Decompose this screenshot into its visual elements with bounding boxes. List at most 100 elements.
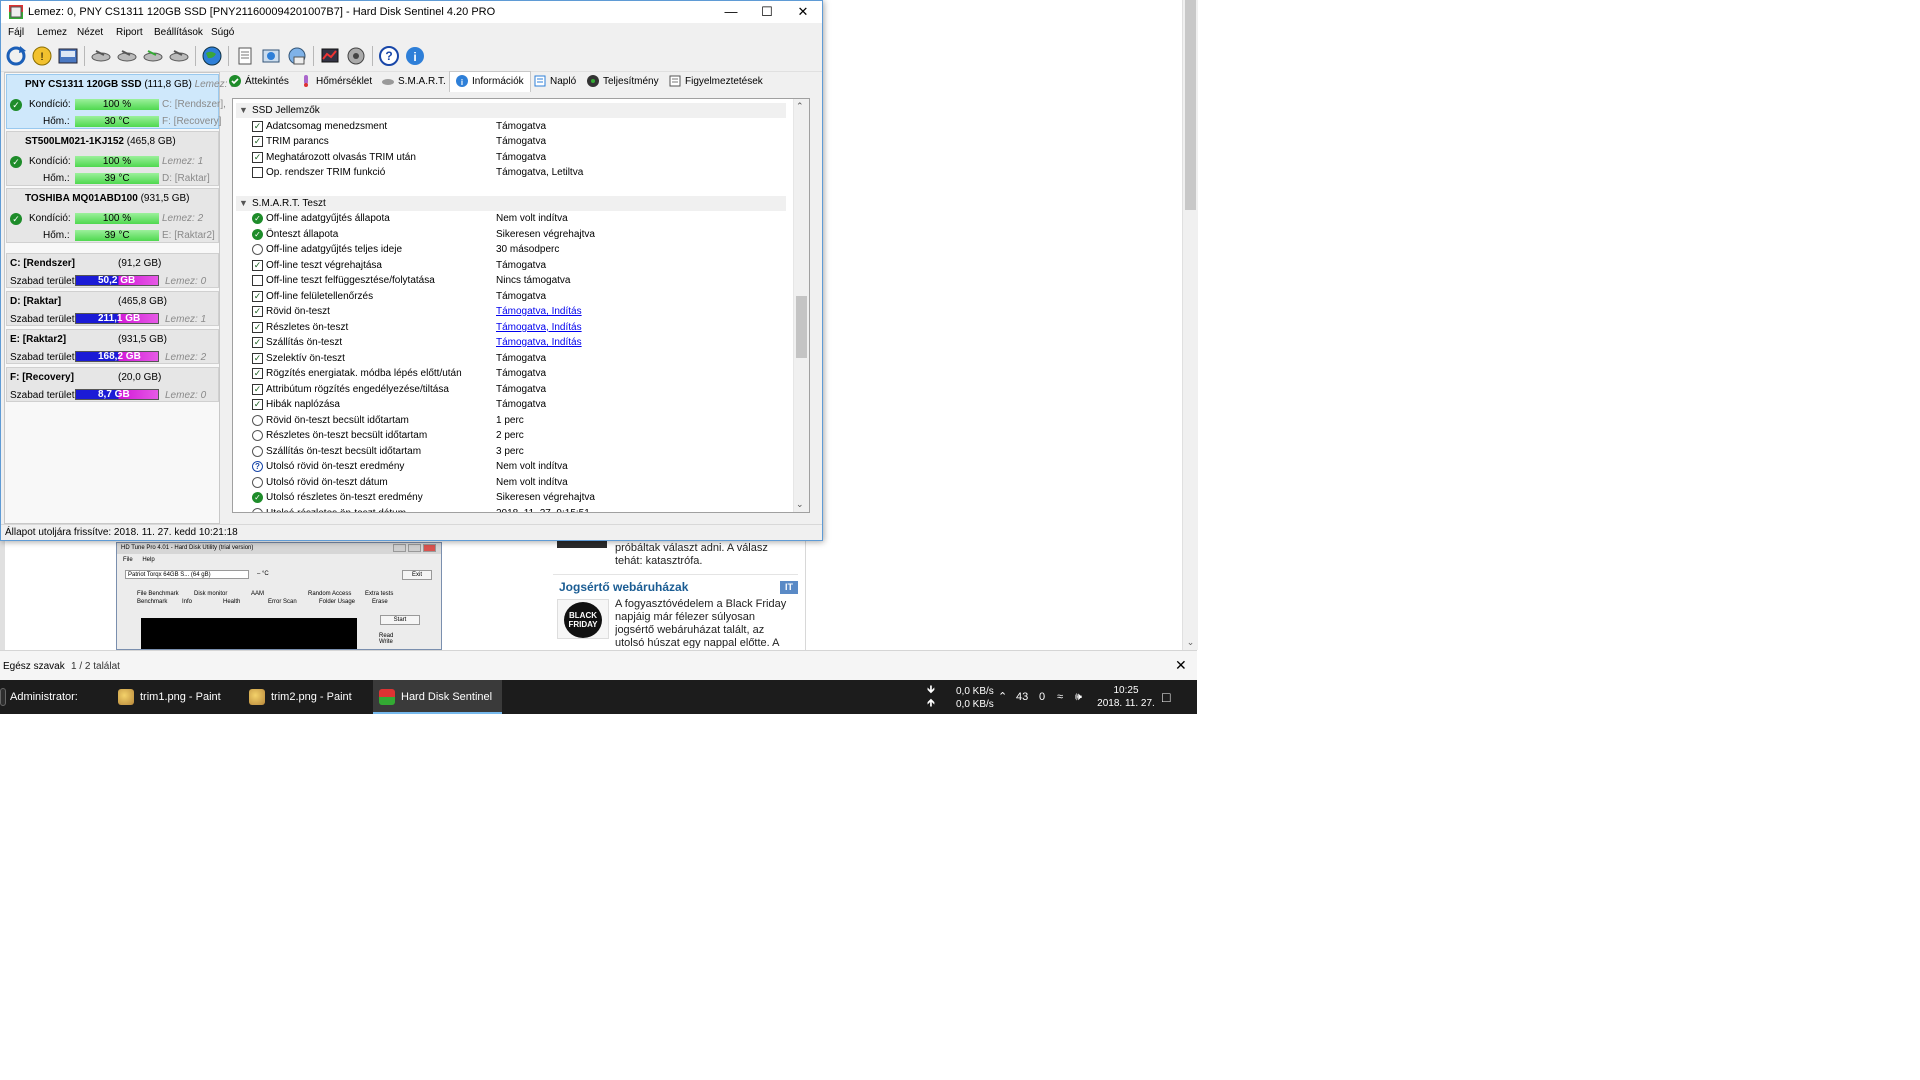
info-value: Nem volt indítva xyxy=(496,461,568,472)
browser-scroll-thumb[interactable] xyxy=(1185,0,1196,210)
collapse-caret-icon[interactable]: ▼ xyxy=(239,196,248,211)
info-row: Off-line teszt felfüggesztése/folytatása… xyxy=(250,273,790,288)
repair-icon[interactable] xyxy=(142,45,164,67)
tab-temperature[interactable]: Hőmérséklet xyxy=(300,72,372,91)
tray-num-2[interactable]: 0 xyxy=(1039,680,1045,714)
globe-icon[interactable] xyxy=(201,45,223,67)
menu-disk[interactable]: Lemez xyxy=(37,27,67,38)
performance-icon[interactable] xyxy=(319,45,341,67)
info-value: Támogatva xyxy=(496,368,547,379)
check-circle-icon: ✓ xyxy=(252,228,263,240)
tab-alerts[interactable]: Figyelmeztetések xyxy=(669,72,763,91)
start-test-link[interactable]: Támogatva, Indítás xyxy=(496,304,582,319)
menu-file[interactable]: Fájl xyxy=(8,27,24,38)
report-icon[interactable] xyxy=(234,45,256,67)
action-center-icon[interactable]: □ xyxy=(1162,680,1170,714)
volume-item-e[interactable]: E: [Raktar2] (931,5 GB) Szabad terület 1… xyxy=(6,329,219,364)
start-test-link[interactable]: Támogatva, Indítás xyxy=(496,335,582,350)
scroll-down-arrow-icon[interactable]: ⌄ xyxy=(796,499,804,510)
info-key: Rövid ön-teszt becsült időtartam xyxy=(266,414,409,426)
information-panel: ⌃ ⌄ ▼ SSD Jellemzők ✓ Adatcsomag menedzsmen… xyxy=(232,98,810,513)
category-badge[interactable]: IT xyxy=(780,581,798,594)
collapse-caret-icon[interactable]: ▼ xyxy=(239,103,248,118)
taskbar-item-trim2[interactable]: trim2.png - Paint xyxy=(245,680,373,714)
wifi-icon[interactable]: ≈ xyxy=(1057,680,1063,714)
volume-icon[interactable]: 🕪 xyxy=(1075,680,1082,714)
info-row: ✓ Rövid ön-teszt Támogatva, Indítás xyxy=(250,304,790,319)
scroll-up-arrow-icon[interactable]: ⌃ xyxy=(796,101,804,112)
menu-settings[interactable]: Beállítások xyxy=(154,27,203,38)
hdtune-temp: – °C xyxy=(257,571,269,577)
disk-info-icon[interactable] xyxy=(57,45,79,67)
news-title-jogserto[interactable]: Jogsértő webáruházak xyxy=(559,580,688,594)
disk-item-0[interactable]: PNY CS1311 120GB SSD (111,8 GB) Lemez: 0… xyxy=(6,74,236,129)
clock[interactable]: 10:25 2018. 11. 27. xyxy=(1096,684,1156,718)
info-row: ✓ Off-line teszt végrehajtása Támogatva xyxy=(250,258,790,273)
hdtune-titlebar: HD Tune Pro 4.01 - Hard Disk Utility (tr… xyxy=(117,543,441,554)
menu-help[interactable]: Súgó xyxy=(211,27,234,38)
info-value: Támogatva xyxy=(496,136,547,147)
volume-item-c[interactable]: C: [Rendszer] (91,2 GB) Szabad terület 5… xyxy=(6,253,219,288)
svg-text:?: ? xyxy=(385,49,392,63)
refresh-icon[interactable] xyxy=(5,45,27,67)
info-icon[interactable]: i xyxy=(404,45,426,67)
help-icon[interactable]: ? xyxy=(378,45,400,67)
tab-performance[interactable]: Teljesítmény xyxy=(587,72,659,91)
disk-item-2[interactable]: TOSHIBA MQ01ABD100 (931,5 GB) ✓ Kondíció… xyxy=(6,188,219,243)
info-key: Off-line teszt végrehajtása xyxy=(266,259,382,271)
taskbar-item-hds[interactable]: Hard Disk Sentinel xyxy=(373,680,502,714)
news-thumbnail[interactable] xyxy=(557,540,607,548)
free-space-bar: 168,2 GB xyxy=(75,351,159,362)
volume-item-f[interactable]: F: [Recovery] (20,0 GB) Szabad terület 8… xyxy=(6,367,219,402)
app-icon xyxy=(9,5,23,19)
erase-icon[interactable] xyxy=(168,45,190,67)
volume-size: (91,2 GB) xyxy=(118,258,162,269)
checkbox-checked-icon: ✓ xyxy=(252,321,263,333)
section-smart-test[interactable]: ▼ S.M.A.R.T. Teszt xyxy=(236,195,786,211)
info-row: ✓ Meghatározott olvasás TRIM után Támogatv… xyxy=(250,150,790,165)
surface-test-icon[interactable] xyxy=(116,45,138,67)
tray-num-1[interactable]: 43 xyxy=(1016,680,1028,714)
menu-report[interactable]: Riport xyxy=(116,27,143,38)
tab-smart[interactable]: S.M.A.R.T. xyxy=(382,72,446,91)
taskbar-item-administrator[interactable]: Administrator: Para... xyxy=(0,680,110,737)
hdtune-screenshot-thumbnail[interactable]: HD Tune Pro 4.01 - Hard Disk Utility (tr… xyxy=(116,542,442,650)
info-vertical-scrollbar[interactable]: ⌃ ⌄ xyxy=(793,99,809,512)
tab-log[interactable]: Napló xyxy=(534,72,576,91)
black-friday-logo: BLACK FRIDAY xyxy=(564,602,602,638)
tab-information[interactable]: i Információk xyxy=(449,71,531,92)
send-report-icon[interactable] xyxy=(260,45,282,67)
close-button[interactable]: ✕ xyxy=(785,1,821,23)
section-ssd-features[interactable]: ▼ SSD Jellemzők xyxy=(236,103,786,118)
info-value: Nem volt indítva xyxy=(496,476,568,488)
title-bar[interactable]: Lemez: 0, PNY CS1311 120GB SSD [PNY21160… xyxy=(1,1,822,23)
browser-vertical-scrollbar[interactable]: ⌄ xyxy=(1182,0,1198,650)
black-friday-image[interactable]: BLACK FRIDAY xyxy=(557,599,609,639)
info-row: ✓ Hibák naplózása Támogatva xyxy=(250,397,790,412)
start-test-link[interactable]: Támogatva, Indítás xyxy=(496,320,582,335)
warning-icon[interactable]: ! xyxy=(31,45,53,67)
maximize-button[interactable]: ☐ xyxy=(749,1,785,23)
whole-words-option[interactable]: Egész szavak xyxy=(3,661,65,672)
menu-view[interactable]: Nézet xyxy=(77,27,103,38)
tab-overview[interactable]: Áttekintés xyxy=(229,72,289,91)
page-left-gutter xyxy=(0,540,5,650)
disk-item-1[interactable]: ST500LM021-1KJ152 (465,8 GB) ✓ Kondíció:… xyxy=(6,131,219,186)
info-scroll-thumb[interactable] xyxy=(796,296,807,358)
minimize-button[interactable]: — xyxy=(713,1,749,23)
taskbar-item-trim1[interactable]: trim1.png - Paint xyxy=(114,680,242,714)
scroll-down-arrow-icon[interactable]: ⌄ xyxy=(1185,637,1196,648)
info-key: Utolsó rövid ön-teszt dátum xyxy=(266,476,388,488)
sound-icon[interactable] xyxy=(345,45,367,67)
hdtune-tab: AAM xyxy=(251,591,265,597)
volume-disk-index: Lemez: 0 xyxy=(165,390,207,401)
disk-test-icon[interactable] xyxy=(90,45,112,67)
network-report-icon[interactable] xyxy=(286,45,308,67)
tray-overflow-chevron-icon[interactable]: ⌃ xyxy=(998,680,1007,714)
info-key: Attribútum rögzítés engedélyezése/tiltás… xyxy=(266,383,449,395)
find-close-icon[interactable]: ✕ xyxy=(1175,657,1187,674)
info-row: Off-line adatgyűjtés teljes ideje 30 máso… xyxy=(250,242,790,257)
checkbox-checked-icon: ✓ xyxy=(252,306,263,317)
volume-item-d[interactable]: D: [Raktar] (465,8 GB) Szabad terület 21… xyxy=(6,291,219,326)
info-key: Off-line adatgyűjtés teljes ideje xyxy=(266,244,403,255)
